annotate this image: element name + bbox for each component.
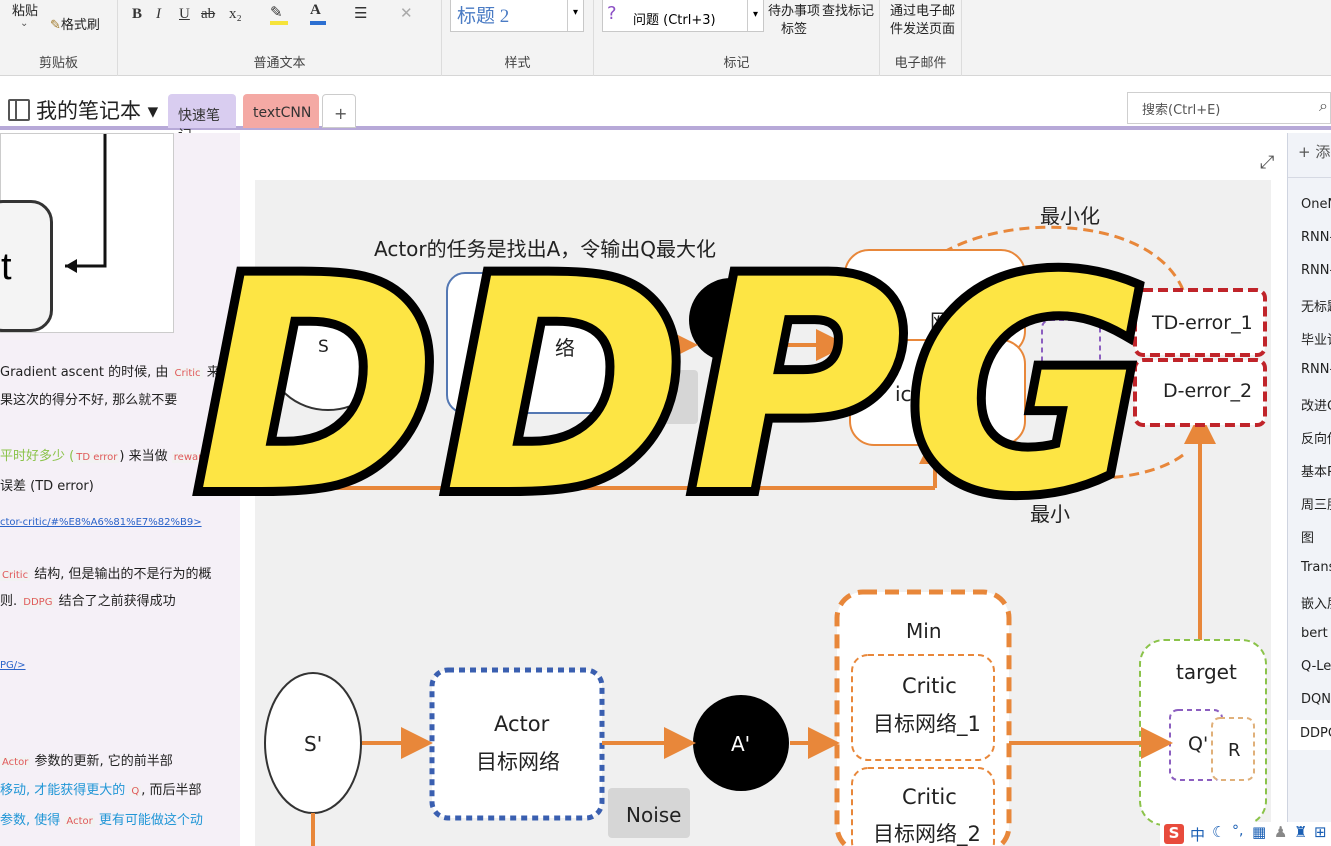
diagram-node: target bbox=[1176, 660, 1237, 684]
grid-icon[interactable]: ⊞ bbox=[1314, 823, 1327, 841]
diagram-node: D-error_2 bbox=[1163, 380, 1253, 402]
page-item[interactable]: bert bbox=[1301, 626, 1328, 641]
user-icon[interactable]: ♟ bbox=[1274, 823, 1287, 841]
diagram-node: 目标网络_1 bbox=[873, 712, 981, 736]
page-item[interactable]: 嵌入层 bbox=[1301, 593, 1331, 612]
diagram-node: S' bbox=[304, 732, 323, 756]
page-item[interactable]: Q-Lea bbox=[1301, 659, 1331, 674]
punct-icon[interactable]: °, bbox=[1232, 823, 1243, 839]
page-item[interactable]: 改进C bbox=[1301, 395, 1331, 414]
overlay-title: DDPG bbox=[197, 219, 1153, 556]
add-page-button[interactable]: + 添 bbox=[1298, 141, 1330, 162]
sogou-icon[interactable]: S bbox=[1164, 824, 1184, 844]
shirt-icon[interactable]: ♜ bbox=[1294, 823, 1307, 841]
keyboard-icon[interactable]: ▦ bbox=[1252, 823, 1266, 841]
page-item[interactable]: RNN- bbox=[1301, 362, 1331, 377]
page-item[interactable]: 周三股 bbox=[1301, 494, 1331, 513]
diagram-node: Noise bbox=[626, 803, 682, 827]
diagram-node: Critic bbox=[902, 785, 957, 809]
diagram-node: Q' bbox=[1188, 733, 1209, 755]
page-item[interactable]: 毕业论 bbox=[1301, 329, 1331, 348]
page-item[interactable]: 图 bbox=[1301, 527, 1314, 546]
ime-mode-label[interactable]: 中 bbox=[1190, 824, 1205, 845]
diagram-node: Actor bbox=[494, 712, 550, 736]
page-item[interactable]: RNN- bbox=[1301, 263, 1331, 278]
page-list-pane: + 添 OneN RNN- RNN- 无标题 毕业论 RNN- 改进C 反向传 … bbox=[1287, 133, 1331, 846]
ddpg-title-overlay: DDPG bbox=[188, 212, 1156, 565]
page-item[interactable]: Trans bbox=[1301, 560, 1331, 575]
page-item[interactable]: OneN bbox=[1301, 197, 1331, 212]
page-item-selected[interactable]: DDPG bbox=[1288, 720, 1331, 750]
page-item[interactable]: RNN- bbox=[1301, 230, 1331, 245]
moon-icon[interactable]: ☾ bbox=[1212, 823, 1225, 841]
diagram-label: Min bbox=[906, 619, 942, 643]
diagram-node: A' bbox=[731, 732, 751, 756]
page-item[interactable]: 反向传 bbox=[1301, 428, 1331, 447]
diagram-node: R bbox=[1228, 740, 1241, 761]
page-item[interactable]: DQN bbox=[1301, 692, 1331, 707]
ime-toolbar: S 中 ☾ °, ▦ ♟ ♜ ⊞ bbox=[1160, 822, 1331, 846]
page-item[interactable]: 基本R bbox=[1301, 461, 1331, 480]
diagram-node: Critic bbox=[902, 674, 957, 698]
page-item[interactable]: 无标题 bbox=[1301, 296, 1331, 315]
diagram-node: 目标网络 bbox=[476, 750, 560, 774]
diagram-node: 目标网络_2 bbox=[873, 822, 981, 846]
